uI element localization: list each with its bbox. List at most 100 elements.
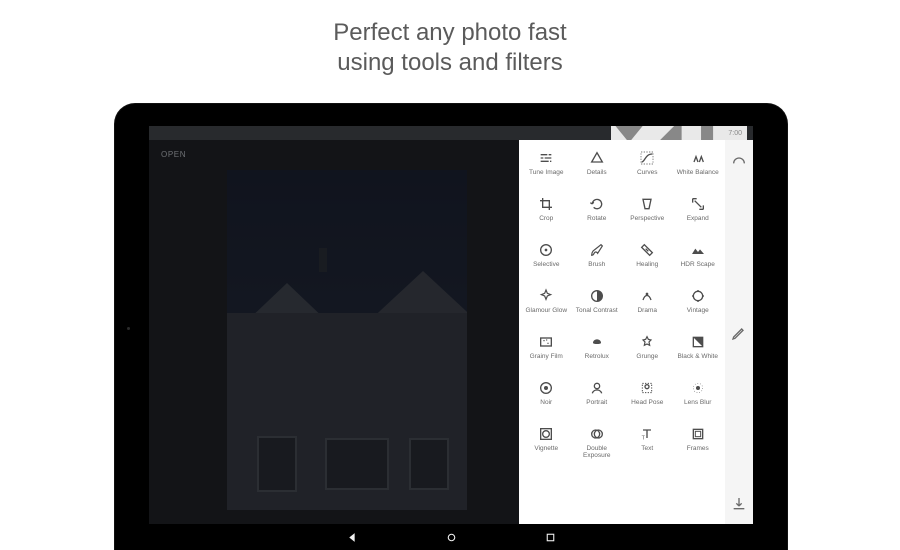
tonal-contrast-icon: [589, 288, 605, 304]
tool-label: Grunge: [636, 353, 658, 360]
vignette-icon: [538, 426, 554, 442]
tool-selective[interactable]: Selective: [521, 242, 572, 288]
tool-label: Glamour Glow: [525, 307, 567, 314]
curves-icon: [639, 150, 655, 166]
tool-label: Healing: [636, 261, 658, 268]
healing-icon: [639, 242, 655, 258]
tablet-frame: 7:00 OPEN Tune Image Details Curves White B…: [115, 104, 787, 550]
tool-label: Head Pose: [631, 399, 663, 406]
tool-label: White Balance: [677, 169, 719, 176]
expand-icon: [690, 196, 706, 212]
statusbar-time: 7:00: [728, 130, 742, 137]
tool-tune-image[interactable]: Tune Image: [521, 150, 572, 196]
grunge-icon: [639, 334, 655, 350]
perspective-icon: [639, 196, 655, 212]
nav-recent-icon[interactable]: [544, 531, 557, 544]
tool-label: Details: [587, 169, 607, 176]
selective-icon: [538, 242, 554, 258]
noir-icon: [538, 380, 554, 396]
tool-rotate[interactable]: Rotate: [572, 196, 623, 242]
tools-panel: Tune Image Details Curves White Balance Crop…: [519, 140, 725, 524]
tool-text[interactable]: T Text: [622, 426, 673, 472]
text-icon: T: [639, 426, 655, 442]
tool-label: Perspective: [630, 215, 664, 222]
tool-frames[interactable]: Frames: [673, 426, 724, 472]
tool-label: Rotate: [587, 215, 606, 222]
tool-label: Vignette: [534, 445, 558, 452]
headline-line1: Perfect any photo fast: [0, 18, 900, 48]
tool-label: Brush: [588, 261, 605, 268]
tool-label: Drama: [637, 307, 657, 314]
tool-label: Frames: [687, 445, 709, 452]
tool-vintage[interactable]: Vintage: [673, 288, 724, 334]
pencil-icon[interactable]: [731, 325, 747, 341]
tool-label: Double Exposure: [573, 445, 621, 459]
tool-tonal-contrast[interactable]: Tonal Contrast: [572, 288, 623, 334]
tool-white-balance[interactable]: White Balance: [673, 150, 724, 196]
tool-perspective[interactable]: Perspective: [622, 196, 673, 242]
tool-label: Noir: [540, 399, 552, 406]
black-white-icon: [690, 334, 706, 350]
tool-label: Retrolux: [585, 353, 609, 360]
tool-vignette[interactable]: Vignette: [521, 426, 572, 472]
nav-home-icon[interactable]: [445, 531, 458, 544]
tool-details[interactable]: Details: [572, 150, 623, 196]
tool-healing[interactable]: Healing: [622, 242, 673, 288]
tool-label: Black & White: [678, 353, 718, 360]
tool-grainy-film[interactable]: Grainy Film: [521, 334, 572, 380]
tool-glamour-glow[interactable]: Glamour Glow: [521, 288, 572, 334]
tool-curves[interactable]: Curves: [622, 150, 673, 196]
tune-image-icon: [538, 150, 554, 166]
tool-label: Grainy Film: [530, 353, 563, 360]
svg-text:T: T: [642, 435, 646, 441]
tool-label: Text: [641, 445, 653, 452]
tool-noir[interactable]: Noir: [521, 380, 572, 426]
export-icon[interactable]: [731, 496, 747, 512]
marketing-headline: Perfect any photo fast using tools and f…: [0, 0, 900, 78]
photo-preview: [227, 170, 467, 510]
grainy-film-icon: [538, 334, 554, 350]
tool-crop[interactable]: Crop: [521, 196, 572, 242]
tool-expand[interactable]: Expand: [673, 196, 724, 242]
double-exposure-icon: [589, 426, 605, 442]
device-screen: 7:00 OPEN Tune Image Details Curves White B…: [149, 126, 753, 550]
rotate-icon: [589, 196, 605, 212]
android-statusbar: 7:00: [149, 126, 753, 140]
tool-label: Tune Image: [529, 169, 563, 176]
tool-double-exposure[interactable]: Double Exposure: [572, 426, 623, 472]
tool-black-white[interactable]: Black & White: [673, 334, 724, 380]
tool-label: Tonal Contrast: [576, 307, 618, 314]
tool-label: HDR Scape: [681, 261, 715, 268]
vintage-icon: [690, 288, 706, 304]
tool-label: Lens Blur: [684, 399, 711, 406]
white-balance-icon: [690, 150, 706, 166]
headline-line2: using tools and filters: [0, 48, 900, 78]
tool-label: Selective: [533, 261, 559, 268]
frames-icon: [690, 426, 706, 442]
hdr-scape-icon: [690, 242, 706, 258]
lens-blur-icon: [690, 380, 706, 396]
tool-label: Curves: [637, 169, 658, 176]
tool-head-pose[interactable]: Head Pose: [622, 380, 673, 426]
tool-label: Vintage: [687, 307, 709, 314]
tool-hdr-scape[interactable]: HDR Scape: [673, 242, 724, 288]
nav-back-icon[interactable]: [346, 531, 359, 544]
photo-canvas-area[interactable]: OPEN: [149, 140, 519, 524]
retrolux-icon: [589, 334, 605, 350]
tool-retrolux[interactable]: Retrolux: [572, 334, 623, 380]
head-pose-icon: [639, 380, 655, 396]
tool-drama[interactable]: Drama: [622, 288, 673, 334]
brush-icon: [589, 242, 605, 258]
portrait-icon: [589, 380, 605, 396]
tool-lens-blur[interactable]: Lens Blur: [673, 380, 724, 426]
tool-brush[interactable]: Brush: [572, 242, 623, 288]
tool-grunge[interactable]: Grunge: [622, 334, 673, 380]
open-button[interactable]: OPEN: [161, 150, 186, 159]
tablet-camera: [127, 327, 130, 330]
crop-icon: [538, 196, 554, 212]
details-icon: [589, 150, 605, 166]
glamour-glow-icon: [538, 288, 554, 304]
styles-icon[interactable]: [731, 154, 747, 170]
tool-portrait[interactable]: Portrait: [572, 380, 623, 426]
side-rail: [725, 140, 753, 524]
